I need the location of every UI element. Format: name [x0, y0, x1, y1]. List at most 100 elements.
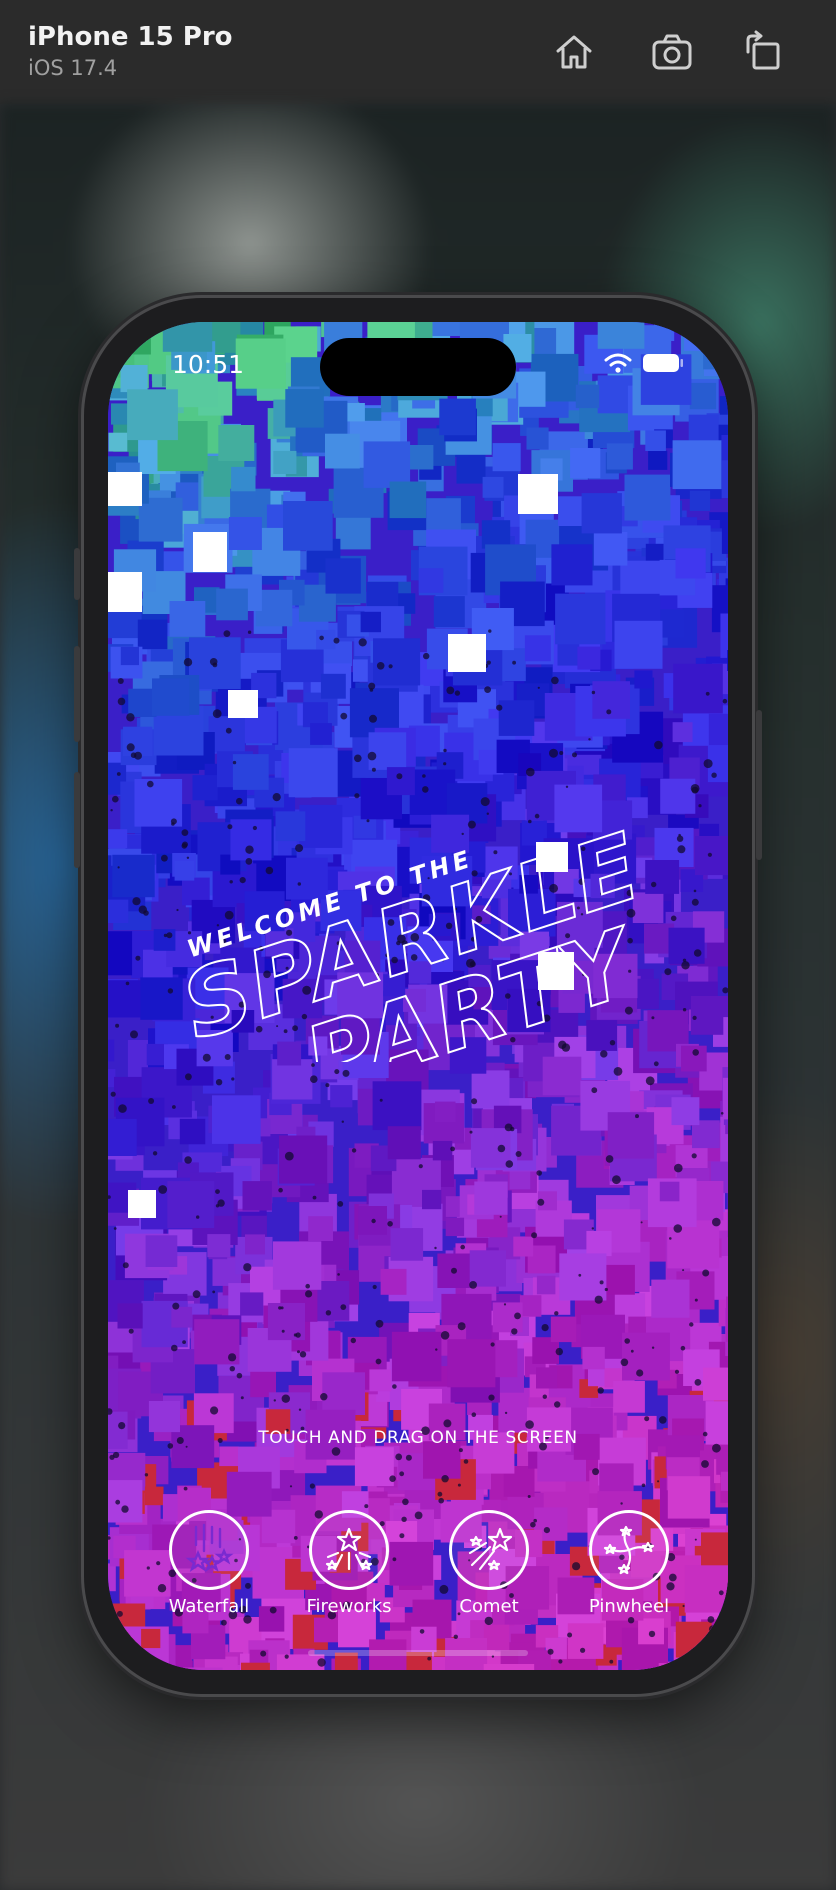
sparkle-speck [212, 1290, 216, 1294]
mode-comet[interactable]: Comet [434, 1510, 544, 1617]
rotate-button[interactable] [736, 26, 788, 78]
sparkle-speck [559, 751, 564, 755]
sparkle-square [212, 1095, 261, 1144]
sparkle-square [675, 548, 706, 579]
sparkle-speck [441, 1475, 449, 1483]
sparkle-square [614, 620, 663, 669]
sparkle-speck [109, 1454, 115, 1460]
app-screen[interactable]: 10:51 WELCOME TO THE SPARKLE PARTY TOUCH… [108, 322, 728, 1670]
sparkle-speck [673, 1224, 683, 1233]
sparkle-speck [305, 1283, 310, 1289]
sparkle-square [242, 1181, 272, 1211]
sparkle-speck [536, 1170, 542, 1176]
sparkle-speck [371, 1218, 376, 1224]
sparkle-speck [375, 1319, 384, 1328]
sparkle-square [389, 481, 427, 519]
sparkle-square [144, 1486, 164, 1506]
sparkle-square [390, 1228, 424, 1261]
rotate-icon [746, 30, 780, 70]
sparkle-square [581, 493, 622, 534]
sparkle-square [363, 441, 411, 488]
sparkle-speck [212, 709, 222, 719]
sparkle-speck [185, 1073, 192, 1081]
home-button[interactable] [548, 26, 600, 78]
sparkle-square [519, 1295, 542, 1317]
sparkle-speck [278, 1187, 283, 1193]
sparkle-square [422, 1189, 442, 1210]
simulator-toolbar: iPhone 15 Pro iOS 17.4 [0, 0, 836, 104]
screenshot-button[interactable] [646, 26, 698, 78]
sparkle-speck [325, 1310, 332, 1316]
sparkle-square [570, 448, 601, 479]
sparkle-speck [395, 1453, 403, 1461]
sparkle-square [335, 514, 371, 550]
sparkle-speck [392, 1384, 397, 1389]
sparkle-speck [215, 1189, 220, 1194]
sparkle-square [471, 1070, 510, 1109]
sparkle-square [325, 433, 360, 469]
sparkle-square [418, 568, 444, 593]
sparkle-speck [580, 1647, 586, 1653]
sparkle-speck [369, 714, 377, 723]
sparkle-speck [531, 1232, 538, 1239]
sparkle-speck [541, 1324, 549, 1332]
sparkle-square [586, 1230, 612, 1257]
sparkle-speck [367, 751, 377, 761]
white-sparkle [108, 472, 142, 506]
sparkle-speck [192, 1290, 201, 1299]
sparkle-speck [488, 1394, 495, 1401]
sparkle-square [283, 501, 333, 551]
sparkle-square [241, 1662, 270, 1670]
sparkle-speck [438, 1497, 445, 1504]
sparkle-speck [110, 1091, 116, 1097]
sparkle-speck [299, 1351, 307, 1358]
sparkle-square [354, 1447, 394, 1487]
sparkle-square [672, 440, 722, 490]
phone-frame: 10:51 WELCOME TO THE SPARKLE PARTY TOUCH… [74, 298, 762, 1694]
sparkle-square [433, 596, 465, 628]
sparkle-speck [289, 1485, 293, 1488]
sparkle-square [708, 713, 728, 746]
comet-button[interactable] [449, 1510, 529, 1590]
sparkle-square [408, 445, 434, 470]
sparkle-square [719, 396, 728, 415]
sparkle-square [380, 1268, 407, 1295]
sparkle-speck [117, 678, 124, 684]
power-button [756, 710, 762, 860]
sparkle-square [108, 829, 128, 849]
mode-label: Waterfall [168, 1596, 250, 1617]
sparkle-square [481, 520, 511, 549]
sparkle-speck [680, 1345, 686, 1351]
sparkle-speck [297, 1350, 300, 1354]
mode-waterfall[interactable]: Waterfall [154, 1510, 264, 1617]
sparkle-speck [578, 1273, 582, 1277]
sparkle-speck [115, 1023, 120, 1028]
sparkle-speck [499, 1215, 502, 1218]
sparkle-speck [537, 1198, 545, 1206]
sparkle-party-title: WELCOME TO THE SPARKLE PARTY [169, 812, 655, 1062]
sparkle-square [689, 382, 717, 410]
sparkle-speck [183, 1486, 188, 1491]
sparkle-speck [711, 772, 717, 778]
sparkle-speck [471, 1412, 477, 1417]
sparkle-square [575, 384, 600, 409]
sparkle-speck [110, 809, 113, 812]
sparkle-speck [281, 1329, 285, 1333]
sparkle-square [285, 389, 324, 428]
sparkle-speck [504, 1411, 508, 1415]
sparkle-speck [229, 1366, 235, 1372]
waterfall-button[interactable] [169, 1510, 249, 1590]
pinwheel-button[interactable] [589, 1510, 669, 1590]
sparkle-square [245, 1234, 265, 1255]
sparkle-square [536, 1367, 558, 1389]
sparkle-square [180, 1667, 223, 1670]
sparkle-square [536, 1275, 556, 1295]
sparkle-speck [515, 1151, 522, 1157]
sparkle-speck [512, 660, 516, 665]
mode-fireworks[interactable]: Fireworks [294, 1510, 404, 1617]
sparkle-speck [311, 1063, 315, 1067]
sparkle-speck [469, 1281, 477, 1289]
fireworks-button[interactable] [309, 1510, 389, 1590]
white-sparkle [193, 532, 227, 572]
mode-pinwheel[interactable]: Pinwheel [574, 1510, 684, 1617]
